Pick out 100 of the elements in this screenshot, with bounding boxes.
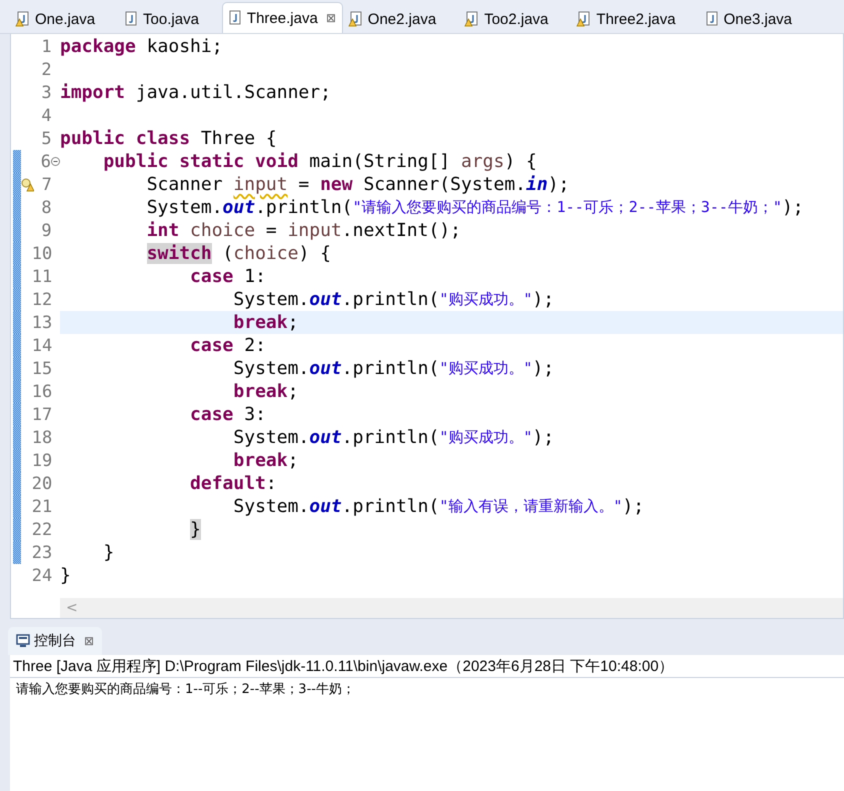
editor-tab[interactable]: One.java	[10, 4, 102, 33]
code-token: "购买成功。"	[439, 290, 532, 309]
close-icon[interactable]: ⊠	[84, 634, 94, 648]
code-token: int	[146, 220, 180, 241]
line-number: 5	[40, 128, 52, 148]
line-number: 10	[32, 244, 52, 264]
code-token: break	[233, 381, 288, 402]
java-file-warning-icon	[15, 11, 31, 27]
code-token: ) {	[504, 151, 537, 172]
code-token: ;	[288, 381, 298, 402]
editor-tab[interactable]: Three2.java	[571, 4, 683, 33]
line-number: 8	[40, 198, 52, 218]
code-token: ;	[288, 312, 298, 333]
line-number: 14	[32, 336, 52, 356]
line-number: 21	[32, 496, 52, 516]
code-token: choice	[233, 243, 298, 264]
code-token: out	[222, 197, 256, 218]
code-token: System.	[233, 496, 310, 517]
code-token: new	[320, 174, 353, 195]
line-number: 7	[40, 174, 52, 194]
java-file-icon	[226, 10, 243, 26]
code-token: 1:	[243, 266, 266, 287]
line-number: 1	[40, 36, 52, 56]
line-number: 22	[32, 520, 52, 540]
line-number: 3	[40, 82, 52, 102]
monitor-icon	[16, 634, 30, 648]
code-token: }	[60, 565, 71, 586]
code-token: "购买成功。"	[439, 359, 532, 378]
code-token: .println(	[255, 197, 353, 218]
code-token: .println(	[342, 427, 440, 448]
code-token: );	[532, 289, 554, 310]
code-token: Scanner(System.	[362, 174, 526, 195]
code-token: break	[233, 450, 288, 471]
code-token: case	[190, 404, 234, 425]
code-token: }	[190, 519, 201, 540]
line-number: 11	[32, 266, 52, 286]
code-token: input	[233, 174, 288, 195]
java-file-warning-icon	[576, 11, 592, 27]
console-tab[interactable]: 控制台 ⊠	[8, 627, 102, 655]
code-token: kaoshi;	[146, 36, 223, 57]
code-token: "输入有误，请重新输入。"	[439, 497, 622, 516]
code-token: .nextInt();	[342, 220, 461, 241]
code-token: public static void	[103, 151, 298, 172]
line-number: 20	[32, 474, 52, 494]
console-output: 请输入您要购买的商品编号：1--可乐；2--苹果；3--牛奶；	[15, 681, 356, 698]
code-token: .println(	[342, 496, 440, 517]
code-token: ) {	[298, 243, 331, 264]
lightbulb-warning-icon[interactable]	[21, 178, 34, 192]
line-number: 15	[32, 358, 52, 378]
code-token: default	[190, 473, 266, 494]
line-number: 4	[40, 106, 52, 126]
java-file-warning-icon	[348, 11, 364, 27]
line-number: 2	[40, 60, 52, 80]
code-token: case	[190, 266, 234, 287]
code-token: (	[222, 243, 234, 264]
editor-tab[interactable]: Three.java ⊠	[222, 2, 343, 33]
line-number: 19	[32, 450, 52, 470]
code-token: break	[233, 312, 288, 333]
code-token: "购买成功。"	[439, 428, 532, 447]
code-token: .println(	[342, 358, 440, 379]
line-number: 16	[32, 382, 52, 402]
code-token: );	[532, 358, 554, 379]
line-number: 24	[32, 566, 52, 586]
code-token: main(String[]	[308, 151, 452, 172]
editor-tab[interactable]: One3.java	[698, 4, 800, 33]
line-number: 18	[32, 428, 52, 448]
code-token: java.util.Scanner;	[134, 82, 331, 103]
line-number: 6	[40, 152, 51, 172]
code-token: 3:	[243, 404, 266, 425]
code-token: ;	[288, 450, 298, 471]
code-token: "请输入您要购买的商品编号：1--可乐；2--苹果；3--牛奶；"	[352, 198, 782, 217]
editor-tab[interactable]: Too2.java	[459, 4, 556, 33]
code-token: System.	[233, 358, 310, 379]
code-token: in	[526, 174, 548, 195]
code-token: System.	[233, 427, 310, 448]
line-number: 13	[32, 312, 52, 332]
java-file-icon	[123, 11, 140, 27]
editor-tab[interactable]: Too.java	[118, 4, 206, 33]
code-token: :	[266, 473, 277, 494]
code-token: );	[532, 427, 554, 448]
line-number: 23	[32, 542, 52, 562]
line-number: 12	[32, 290, 52, 310]
console-header: Three [Java 应用程序] D:\Program Files\jdk-11.0.11\bin\javaw.exe（2023年6月28日 下午10:48:00）	[10, 655, 844, 678]
line-number: 17	[32, 404, 52, 424]
code-token: import	[60, 82, 126, 103]
code-token: out	[309, 496, 342, 517]
code-token: switch	[146, 243, 212, 264]
code-token: System.	[146, 197, 223, 218]
code-token: out	[309, 427, 342, 448]
collapse-icon[interactable]	[51, 157, 60, 166]
editor-tab[interactable]: One2.java	[342, 4, 444, 33]
code-token: args	[460, 151, 504, 172]
code-token: choice	[189, 220, 256, 241]
java-file-warning-icon	[464, 11, 480, 27]
code-token: input	[288, 220, 342, 241]
close-icon[interactable]: ⊠	[326, 11, 336, 25]
line-number: 9	[40, 220, 52, 240]
code-token: =	[297, 174, 310, 195]
java-file-icon	[704, 11, 720, 27]
code-token: System.	[233, 289, 310, 310]
